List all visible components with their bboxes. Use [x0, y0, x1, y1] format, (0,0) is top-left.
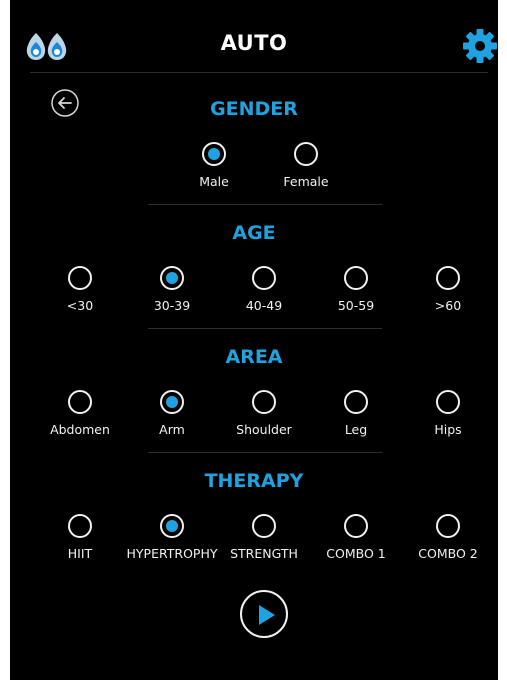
section-divider: [148, 204, 382, 205]
gender-option-female[interactable]: Female: [251, 142, 361, 189]
option-label: Female: [283, 174, 329, 189]
radio-button[interactable]: [436, 390, 460, 414]
option-label: Hips: [434, 422, 462, 437]
radio-button[interactable]: [252, 390, 276, 414]
gear-icon[interactable]: [462, 28, 498, 64]
radio-button[interactable]: [252, 266, 276, 290]
radio-button[interactable]: [160, 390, 184, 414]
therapy-option-combo-2[interactable]: COMBO 2: [393, 514, 503, 561]
radio-button[interactable]: [68, 266, 92, 290]
play-icon: [259, 605, 275, 625]
age-title: AGE: [232, 222, 276, 244]
radio-button[interactable]: [252, 514, 276, 538]
radio-button[interactable]: [68, 390, 92, 414]
page-title: AUTO: [220, 31, 288, 55]
therapy-title: THERAPY: [204, 470, 304, 492]
header-divider: [30, 72, 488, 73]
radio-button[interactable]: [160, 514, 184, 538]
radio-button[interactable]: [436, 266, 460, 290]
area-title: AREA: [225, 346, 283, 368]
radio-button[interactable]: [344, 390, 368, 414]
area-option-hips[interactable]: Hips: [393, 390, 503, 437]
radio-button[interactable]: [294, 142, 318, 166]
play-button[interactable]: [240, 590, 288, 638]
radio-button[interactable]: [344, 266, 368, 290]
option-label: COMBO 2: [418, 546, 478, 561]
radio-button[interactable]: [68, 514, 92, 538]
age-option-over-60[interactable]: >60: [393, 266, 503, 313]
section-divider: [148, 452, 382, 453]
radio-button[interactable]: [202, 142, 226, 166]
radio-button[interactable]: [436, 514, 460, 538]
app-screen: AUTO GENDER Male Female AGE <30 30-39 40…: [10, 0, 498, 680]
radio-button[interactable]: [344, 514, 368, 538]
gender-title: GENDER: [210, 98, 298, 120]
option-label: >60: [434, 298, 462, 313]
section-divider: [148, 328, 382, 329]
radio-button[interactable]: [160, 266, 184, 290]
